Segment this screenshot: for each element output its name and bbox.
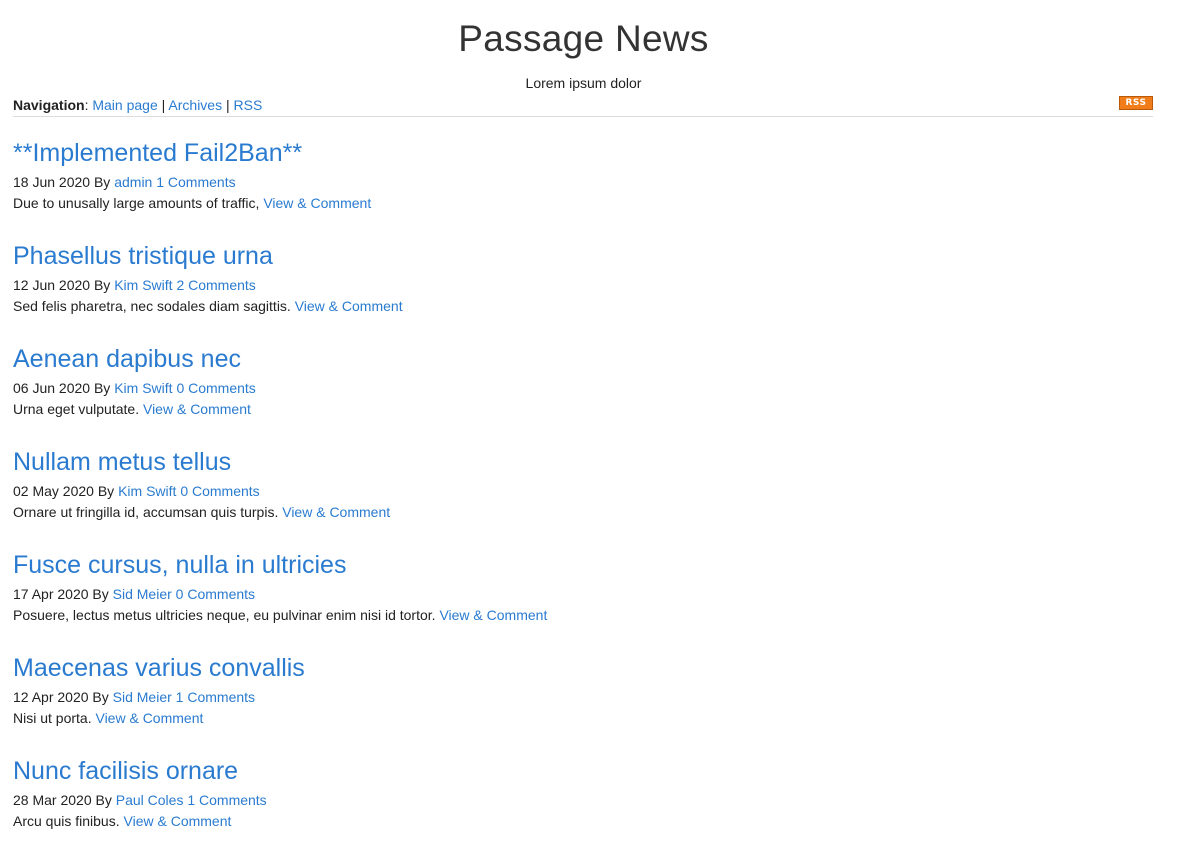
post-title-link[interactable]: Phasellus tristique urna — [13, 241, 1153, 271]
post-meta: 17 Apr 2020 By Sid Meier 0 Comments — [13, 584, 1153, 604]
post-author-link[interactable]: Paul Coles — [116, 792, 184, 808]
site-title: Passage News — [458, 18, 709, 59]
post-comments-link[interactable]: 1 Comments — [156, 174, 235, 190]
view-comment-link[interactable]: View & Comment — [143, 401, 251, 417]
post-title-link[interactable]: Nullam metus tellus — [13, 447, 1153, 477]
post-excerpt: Arcu quis finibus. — [13, 813, 120, 829]
post-by-label: By — [95, 792, 112, 808]
post-date: 12 Jun 2020 — [13, 277, 91, 293]
post-comments-link[interactable]: 0 Comments — [176, 586, 255, 602]
post-excerpt: Due to unusally large amounts of traffic… — [13, 195, 260, 211]
navigation-label: Navigation — [13, 97, 85, 113]
post-author-link[interactable]: Kim Swift — [114, 277, 172, 293]
post-list: **Implemented Fail2Ban** 18 Jun 2020 By … — [13, 138, 1153, 859]
post-item: **Implemented Fail2Ban** 18 Jun 2020 By … — [13, 138, 1153, 241]
post-by-label: By — [93, 380, 111, 396]
post-title-link[interactable]: Maecenas varius convallis — [13, 653, 1153, 683]
view-comment-link[interactable]: View & Comment — [282, 504, 390, 520]
post-excerpt: Urna eget vulputate. — [13, 401, 140, 417]
post-comments-link[interactable]: 2 Comments — [176, 277, 255, 293]
post-meta: 02 May 2020 By Kim Swift 0 Comments — [13, 481, 1153, 501]
post-comments-link[interactable]: 1 Comments — [187, 792, 266, 808]
post-author-link[interactable]: Sid Meier — [113, 586, 172, 602]
post-comments-link[interactable]: 0 Comments — [180, 483, 259, 499]
post-by-label: By — [93, 174, 111, 190]
post-item: Nunc facilisis ornare 28 Mar 2020 By Pau… — [13, 756, 1153, 859]
nav-link-main-page[interactable]: Main page — [92, 97, 157, 113]
post-item: Maecenas varius convallis 12 Apr 2020 By… — [13, 653, 1153, 756]
post-title-link[interactable]: **Implemented Fail2Ban** — [13, 138, 1153, 168]
post-author-link[interactable]: admin — [114, 174, 152, 190]
page: Passage News Lorem ipsum dolor Navigatio… — [0, 0, 1183, 847]
post-meta: 06 Jun 2020 By Kim Swift 0 Comments — [13, 378, 1153, 398]
post-excerpt: Nisi ut porta. — [13, 710, 92, 726]
post-excerpt-line: Sed felis pharetra, nec sodales diam sag… — [13, 296, 1153, 316]
post-title-link[interactable]: Aenean dapibus nec — [13, 344, 1153, 374]
post-meta: 18 Jun 2020 By admin 1 Comments — [13, 172, 1153, 192]
view-comment-link[interactable]: View & Comment — [439, 607, 547, 623]
post-by-label: By — [92, 586, 109, 602]
post-date: 17 Apr 2020 — [13, 586, 89, 602]
post-item: Fusce cursus, nulla in ultricies 17 Apr … — [13, 550, 1153, 653]
view-comment-link[interactable]: View & Comment — [295, 298, 403, 314]
site-tagline: Lorem ipsum dolor — [525, 75, 642, 91]
post-item: Nullam metus tellus 02 May 2020 By Kim S… — [13, 447, 1153, 550]
post-by-label: By — [93, 277, 111, 293]
post-date: 12 Apr 2020 — [13, 689, 89, 705]
post-excerpt: Ornare ut fringilla id, accumsan quis tu… — [13, 504, 279, 520]
navigation-colon: : — [84, 97, 89, 113]
post-meta: 12 Jun 2020 By Kim Swift 2 Comments — [13, 275, 1153, 295]
post-date: 02 May 2020 — [13, 483, 94, 499]
post-title-link[interactable]: Nunc facilisis ornare — [13, 756, 1153, 786]
post-excerpt-line: Due to unusally large amounts of traffic… — [13, 193, 1153, 213]
post-date: 06 Jun 2020 — [13, 380, 91, 396]
post-item: Phasellus tristique urna 12 Jun 2020 By … — [13, 241, 1153, 344]
post-excerpt: Posuere, lectus metus ultricies neque, e… — [13, 607, 436, 623]
post-author-link[interactable]: Kim Swift — [118, 483, 176, 499]
nav-separator: | — [225, 97, 230, 113]
rss-feed-icon[interactable]: RSS — [1119, 96, 1153, 110]
post-item: Aenean dapibus nec 06 Jun 2020 By Kim Sw… — [13, 344, 1153, 447]
post-excerpt-line: Nisi ut porta. View & Comment — [13, 708, 1153, 728]
view-comment-link[interactable]: View & Comment — [124, 813, 232, 829]
post-comments-link[interactable]: 1 Comments — [176, 689, 255, 705]
post-author-link[interactable]: Sid Meier — [113, 689, 172, 705]
navigation-bar: Navigation: Main page | Archives | RSS R… — [13, 96, 1153, 117]
post-author-link[interactable]: Kim Swift — [114, 380, 172, 396]
view-comment-link[interactable]: View & Comment — [263, 195, 371, 211]
post-date: 18 Jun 2020 — [13, 174, 91, 190]
post-title-link[interactable]: Fusce cursus, nulla in ultricies — [13, 550, 1153, 580]
nav-separator: | — [161, 97, 166, 113]
post-by-label: By — [92, 689, 109, 705]
post-date: 28 Mar 2020 — [13, 792, 92, 808]
post-meta: 12 Apr 2020 By Sid Meier 1 Comments — [13, 687, 1153, 707]
post-excerpt-line: Posuere, lectus metus ultricies neque, e… — [13, 605, 1153, 625]
view-comment-link[interactable]: View & Comment — [95, 710, 203, 726]
post-comments-link[interactable]: 0 Comments — [176, 380, 255, 396]
post-meta: 28 Mar 2020 By Paul Coles 1 Comments — [13, 790, 1153, 810]
post-excerpt-line: Arcu quis finibus. View & Comment — [13, 811, 1153, 831]
nav-link-rss[interactable]: RSS — [234, 97, 263, 113]
navigation-links: Navigation: Main page | Archives | RSS — [13, 97, 262, 113]
post-excerpt-line: Ornare ut fringilla id, accumsan quis tu… — [13, 502, 1153, 522]
post-excerpt: Sed felis pharetra, nec sodales diam sag… — [13, 298, 291, 314]
nav-link-archives[interactable]: Archives — [168, 97, 222, 113]
post-excerpt-line: Urna eget vulputate. View & Comment — [13, 399, 1153, 419]
post-by-label: By — [97, 483, 115, 499]
